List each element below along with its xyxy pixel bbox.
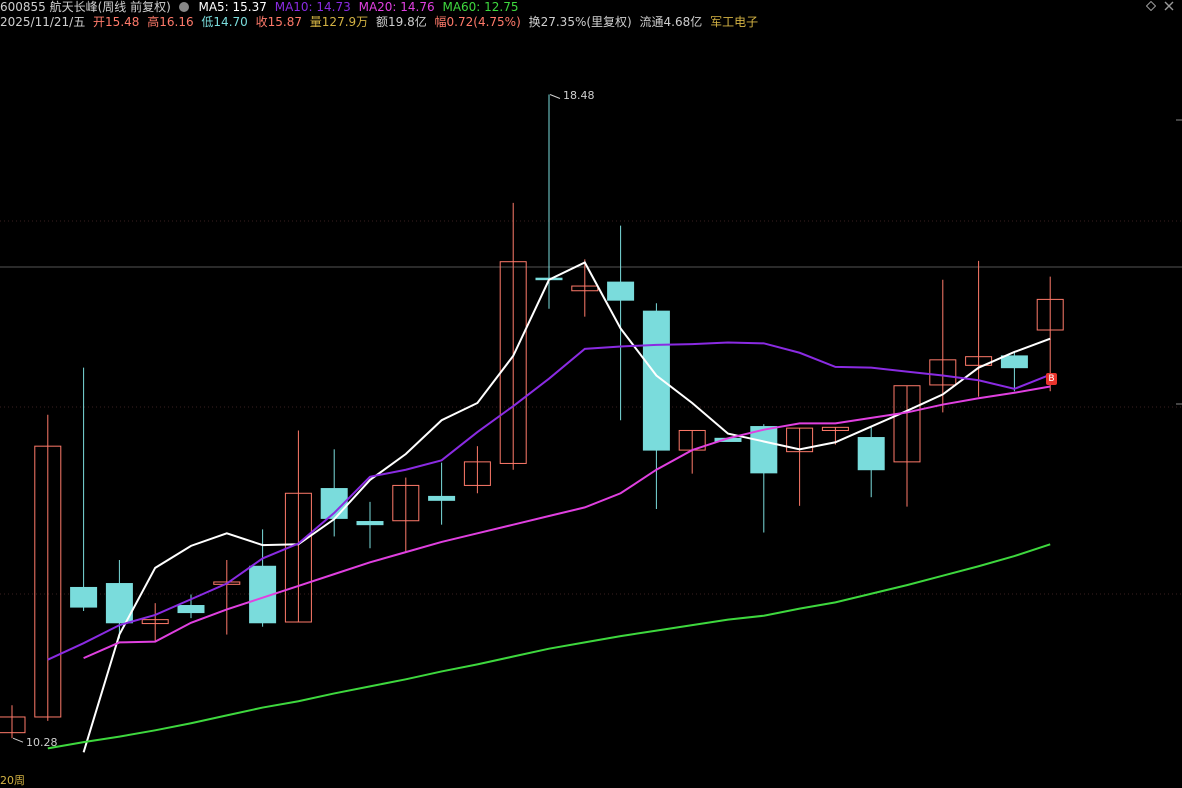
low-label: 10.28 — [26, 736, 58, 750]
candlestick-chart — [0, 94, 1182, 753]
candle-body — [750, 426, 778, 474]
candle-body — [857, 437, 885, 471]
candle-body — [177, 605, 205, 614]
ma-line-ma20 — [83, 385, 1051, 660]
candle-body — [428, 495, 456, 501]
buy-signal-badge[interactable]: B — [1046, 373, 1057, 385]
candle-body — [642, 310, 670, 451]
peak-label: 18.48 — [563, 88, 595, 102]
candle-body — [70, 586, 98, 608]
candle-body — [1000, 355, 1028, 369]
peak-pointer — [549, 94, 561, 99]
candle-body — [356, 521, 384, 526]
candle-body — [607, 281, 635, 301]
period-label: 20周 — [0, 774, 25, 787]
ma-line-ma5 — [82, 261, 1051, 753]
ma-line-ma60 — [47, 543, 1051, 750]
low-pointer — [12, 737, 24, 743]
